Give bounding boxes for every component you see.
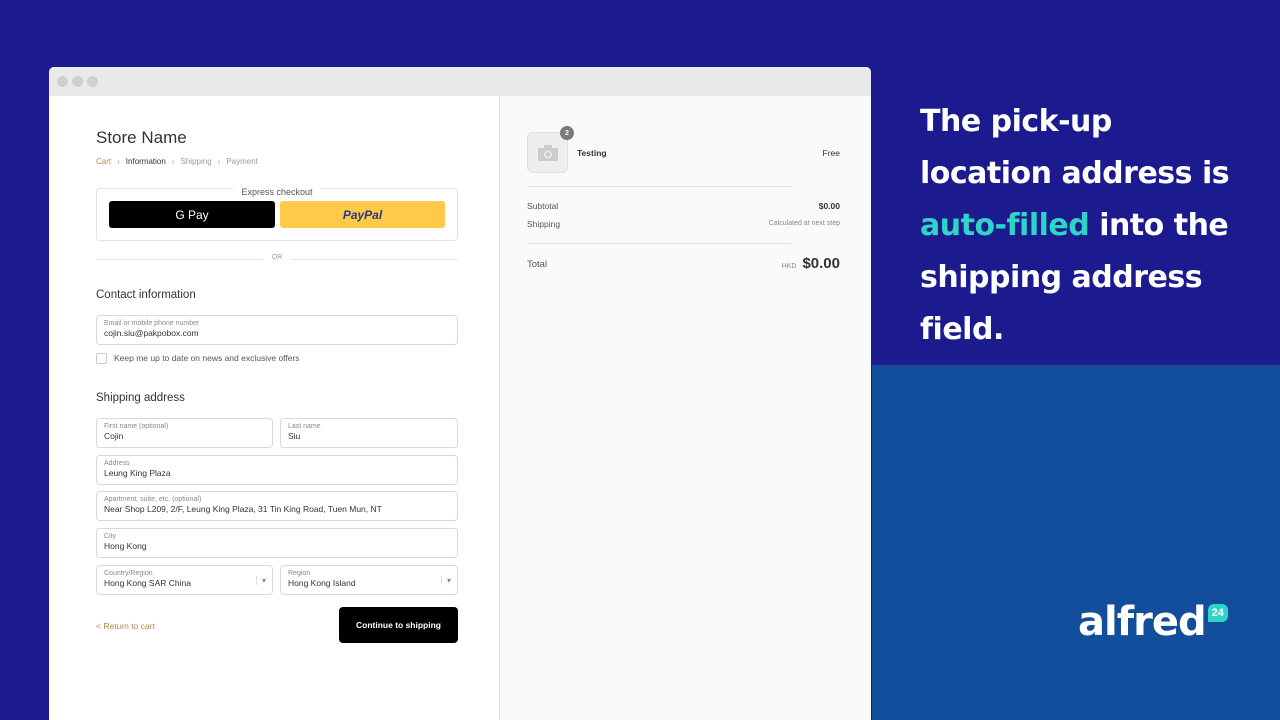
alfred24-logo: alfred 24: [1078, 600, 1228, 644]
currency-label: HKD: [781, 263, 797, 270]
apartment-field[interactable]: Apartment, suite, etc. (optional) Near Sh…: [96, 491, 458, 521]
or-divider: OR: [96, 254, 458, 261]
divider: [527, 243, 791, 244]
breadcrumb-information: Information: [125, 157, 166, 166]
breadcrumb-cart[interactable]: Cart: [96, 157, 111, 166]
country-select[interactable]: Country/Region Hong Kong SAR China ▾: [96, 565, 273, 595]
express-checkout: Express checkout G Pay PayPal: [96, 187, 458, 241]
total-label: Total: [527, 259, 548, 270]
window-close-dot[interactable]: [57, 76, 68, 87]
shipping-heading: Shipping address: [96, 392, 185, 404]
item-name: Testing: [577, 148, 607, 158]
city-field[interactable]: City Hong Kong: [96, 528, 458, 558]
window-maximize-dot[interactable]: [87, 76, 98, 87]
shipping-value: Calculated at next step: [768, 220, 840, 227]
subtotal-label: Subtotal: [527, 201, 559, 211]
shipping-label: Shipping: [527, 219, 561, 229]
newsletter-label: Keep me up to date on news and exclusive…: [114, 353, 300, 363]
title-bar: [49, 67, 871, 96]
background-panel: [872, 365, 1280, 720]
logo-text: alfred: [1078, 599, 1207, 645]
camera-icon: [537, 144, 558, 161]
total-value: $0.00: [802, 255, 840, 272]
chevron-down-icon: ▾: [440, 576, 451, 585]
breadcrumb-shipping: Shipping: [180, 157, 212, 166]
google-pay-button[interactable]: G Pay: [109, 201, 275, 228]
logo-badge: 24: [1207, 604, 1228, 622]
quantity-badge: 2: [560, 126, 574, 140]
window-minimize-dot[interactable]: [72, 76, 83, 87]
paypal-button[interactable]: PayPal: [280, 201, 445, 228]
continue-to-shipping-button[interactable]: Continue to shipping: [339, 607, 458, 643]
return-to-cart-link[interactable]: < Return to cart: [96, 621, 155, 631]
caption-line1: The pick-up location address is: [920, 104, 1230, 191]
chevron-down-icon: ▾: [255, 576, 266, 585]
browser-window: Store Name Cart › Information › Shipping › …: [49, 67, 871, 720]
express-checkout-label: Express checkout: [233, 187, 321, 197]
breadcrumb: Cart › Information › Shipping › Payment: [96, 157, 258, 166]
email-field[interactable]: Email or mobile phone number cojin.siu@pa…: [96, 315, 458, 345]
order-summary: 2 Testing Free Subtotal $0.00 Shipping C…: [499, 96, 871, 720]
newsletter-checkbox[interactable]: [96, 353, 107, 364]
caption: The pick-up location address is auto-fil…: [920, 96, 1250, 356]
first-name-field[interactable]: First name (optional) Cojin: [96, 418, 273, 448]
or-label: OR: [263, 254, 291, 261]
checkout-form: Store Name Cart › Information › Shipping › …: [49, 96, 499, 720]
divider: [527, 186, 791, 187]
last-name-field[interactable]: Last name Siu: [280, 418, 458, 448]
contact-heading: Contact information: [96, 289, 196, 301]
caption-highlight: auto-filled: [920, 208, 1090, 243]
breadcrumb-payment: Payment: [226, 157, 258, 166]
item-price: Free: [822, 148, 840, 158]
region-select[interactable]: Region Hong Kong Island ▾: [280, 565, 458, 595]
subtotal-value: $0.00: [818, 201, 840, 211]
store-name: Store Name: [96, 128, 187, 147]
address-field[interactable]: Address Leung King Plaza: [96, 455, 458, 485]
